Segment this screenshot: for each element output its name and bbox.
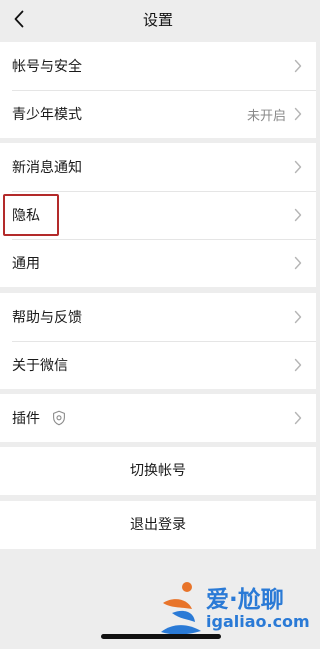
switch-account-button[interactable]: 切换帐号 bbox=[0, 447, 316, 495]
settings-item-plugins[interactable]: 插件 bbox=[0, 394, 316, 442]
settings-item-label: 帐号与安全 bbox=[12, 59, 82, 75]
plugin-group: 插件 bbox=[0, 394, 316, 442]
logout-group: 退出登录 bbox=[0, 501, 316, 549]
switch-account-group: 切换帐号 bbox=[0, 447, 316, 495]
teen-mode-status: 未开启 bbox=[246, 108, 286, 124]
privacy-highlight-box bbox=[3, 194, 59, 236]
chevron-right-icon bbox=[294, 256, 302, 270]
settings-item-label: 关于微信 bbox=[12, 358, 68, 374]
settings-item-help-feedback[interactable]: 帮助与反馈 bbox=[0, 293, 316, 341]
chevron-right-icon bbox=[294, 310, 302, 324]
chevron-right-icon bbox=[294, 59, 302, 73]
account-group: 帐号与安全 青少年模式 未开启 bbox=[0, 42, 316, 138]
shield-icon bbox=[53, 410, 65, 426]
logout-button[interactable]: 退出登录 bbox=[0, 501, 316, 549]
settings-item-teen-mode[interactable]: 青少年模式 未开启 bbox=[0, 90, 316, 138]
watermark-subtitle: igaliao.com bbox=[206, 612, 310, 631]
navigation-bar: 设置 bbox=[0, 0, 316, 40]
settings-item-label: 新消息通知 bbox=[12, 160, 82, 176]
settings-item-general[interactable]: 通用 bbox=[0, 239, 316, 287]
settings-item-label: 青少年模式 bbox=[12, 107, 82, 123]
page-title: 设置 bbox=[142, 11, 173, 29]
chevron-right-icon bbox=[294, 160, 302, 174]
settings-item-account-security[interactable]: 帐号与安全 bbox=[0, 42, 316, 90]
chevron-right-icon bbox=[294, 107, 302, 121]
settings-item-label: 插件 bbox=[12, 411, 40, 427]
settings-item-label: 帮助与反馈 bbox=[12, 310, 82, 326]
help-group: 帮助与反馈 关于微信 bbox=[0, 293, 316, 389]
settings-item-notifications[interactable]: 新消息通知 bbox=[0, 143, 316, 191]
mascot-icon bbox=[161, 582, 201, 635]
chevron-right-icon bbox=[294, 411, 302, 425]
watermark-logo: 爱·尬聊 igaliao.com bbox=[158, 578, 314, 640]
chevron-right-icon bbox=[294, 358, 302, 372]
watermark-title: 爱·尬聊 bbox=[206, 587, 284, 613]
chevron-right-icon bbox=[294, 208, 302, 222]
settings-item-about[interactable]: 关于微信 bbox=[0, 341, 316, 389]
settings-item-label: 通用 bbox=[12, 256, 40, 272]
home-indicator bbox=[101, 634, 221, 639]
